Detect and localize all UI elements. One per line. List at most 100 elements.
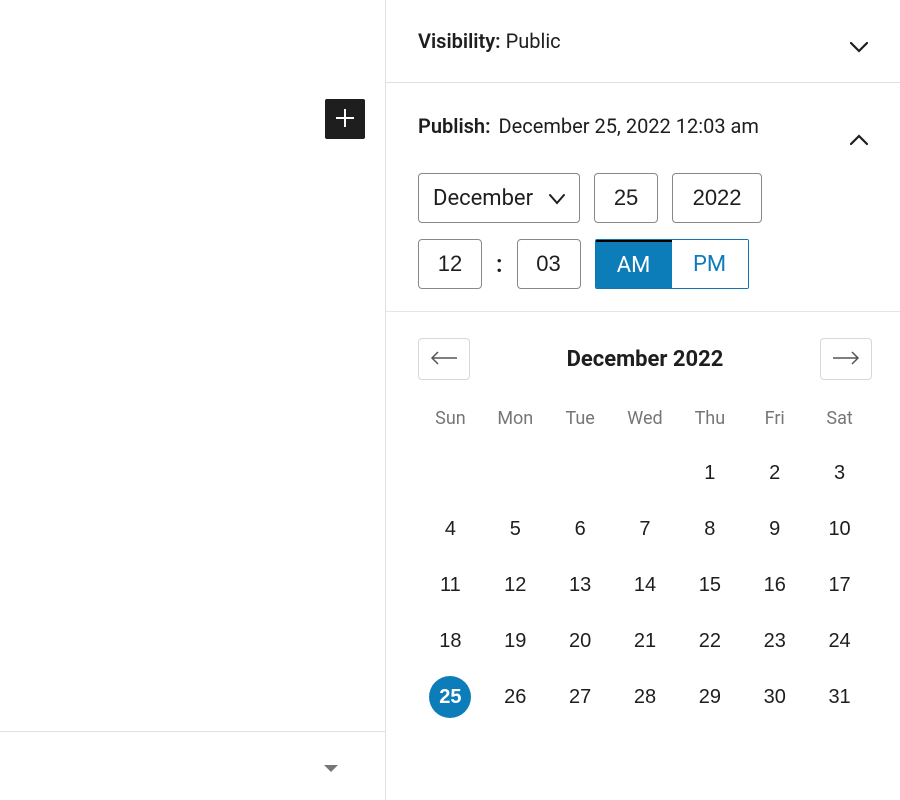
- calendar-day-button[interactable]: 9: [754, 508, 796, 550]
- day-input[interactable]: [594, 173, 658, 223]
- hour-input[interactable]: [418, 239, 482, 289]
- visibility-panel-row[interactable]: Visibility: Public: [386, 0, 900, 83]
- editor-divider: [0, 731, 385, 732]
- calendar-day-cell: 29: [677, 669, 742, 725]
- calendar-day-button[interactable]: 4: [429, 508, 471, 550]
- calendar-day-button[interactable]: 26: [494, 676, 536, 718]
- calendar-day-button[interactable]: 13: [559, 564, 601, 606]
- calendar-day-button[interactable]: 3: [819, 452, 861, 494]
- editor-canvas: [0, 0, 386, 800]
- arrow-right-icon: [832, 351, 860, 368]
- next-month-button[interactable]: [820, 338, 872, 380]
- calendar-day-button[interactable]: 27: [559, 676, 601, 718]
- calendar-day-button[interactable]: 30: [754, 676, 796, 718]
- calendar-day-button[interactable]: 8: [689, 508, 731, 550]
- calendar-day-button[interactable]: 18: [429, 620, 471, 662]
- calendar-day-button[interactable]: 1: [689, 452, 731, 494]
- calendar-title: December 2022: [567, 347, 724, 372]
- calendar-day-cell: 22: [677, 613, 742, 669]
- calendar-day-button[interactable]: 22: [689, 620, 731, 662]
- publish-text: Publish: December 25, 2022 12:03 am: [418, 113, 846, 140]
- calendar-day-button[interactable]: 29: [689, 676, 731, 718]
- calendar-day-cell: 7: [613, 501, 678, 557]
- calendar-day-button[interactable]: 6: [559, 508, 601, 550]
- calendar-day-button[interactable]: 20: [559, 620, 601, 662]
- calendar-grid: SunMonTueWedThuFriSat1234567891011121314…: [418, 398, 872, 725]
- calendar-day-cell: 4: [418, 501, 483, 557]
- calendar-day-cell: 11: [418, 557, 483, 613]
- calendar-day-button[interactable]: 24: [819, 620, 861, 662]
- arrow-left-icon: [430, 351, 458, 368]
- chevron-up-icon: [850, 134, 868, 146]
- datetime-inputs: December : AM PM: [386, 173, 900, 312]
- calendar-day-button[interactable]: 21: [624, 620, 666, 662]
- block-dropdown-toggle[interactable]: [323, 764, 339, 774]
- calendar-day-cell: 30: [742, 669, 807, 725]
- calendar-day-cell: 31: [807, 669, 872, 725]
- am-option[interactable]: AM: [596, 240, 672, 288]
- visibility-text: Visibility: Public: [418, 29, 561, 53]
- calendar-day-cell: 8: [677, 501, 742, 557]
- calendar-day-cell: 27: [548, 669, 613, 725]
- day-of-week-header: Tue: [548, 398, 613, 445]
- day-of-week-header: Sun: [418, 398, 483, 445]
- calendar-day-button[interactable]: 19: [494, 620, 536, 662]
- calendar-day-cell: 28: [613, 669, 678, 725]
- minute-input[interactable]: [517, 239, 581, 289]
- visibility-toggle[interactable]: [846, 30, 872, 62]
- calendar-day-cell: 1: [677, 445, 742, 501]
- day-of-week-header: Fri: [742, 398, 807, 445]
- publish-panel-row[interactable]: Publish: December 25, 2022 12:03 am: [386, 83, 900, 173]
- publish-value: December 25, 2022 12:03 am: [499, 113, 759, 140]
- calendar-day-button[interactable]: 23: [754, 620, 796, 662]
- visibility-value: Public: [506, 29, 561, 53]
- time-colon: :: [496, 250, 503, 278]
- calendar-day-button[interactable]: 14: [624, 564, 666, 606]
- calendar-day-cell: 24: [807, 613, 872, 669]
- calendar-day-cell: 19: [483, 613, 548, 669]
- calendar-day-cell: 5: [483, 501, 548, 557]
- calendar-day-button[interactable]: 25: [429, 676, 471, 718]
- day-of-week-header: Sat: [807, 398, 872, 445]
- calendar-day-button[interactable]: 7: [624, 508, 666, 550]
- calendar-day-button[interactable]: 10: [819, 508, 861, 550]
- settings-sidebar: Visibility: Public Publish: December 25,…: [386, 0, 900, 800]
- calendar-day-cell: 13: [548, 557, 613, 613]
- calendar-day-cell: 15: [677, 557, 742, 613]
- calendar-header: December 2022: [418, 338, 872, 380]
- calendar-day-cell: 25: [418, 669, 483, 725]
- calendar-day-cell: 26: [483, 669, 548, 725]
- calendar-day-button[interactable]: 12: [494, 564, 536, 606]
- calendar-day-button[interactable]: 16: [754, 564, 796, 606]
- prev-month-button[interactable]: [418, 338, 470, 380]
- year-input[interactable]: [672, 173, 762, 223]
- publish-toggle[interactable]: [846, 123, 872, 155]
- month-select-value: December: [433, 186, 533, 211]
- calendar-day-cell: 18: [418, 613, 483, 669]
- calendar-day-cell: 2: [742, 445, 807, 501]
- calendar-day-cell: 16: [742, 557, 807, 613]
- calendar-day-button[interactable]: 5: [494, 508, 536, 550]
- calendar-day-cell: 12: [483, 557, 548, 613]
- calendar-day-cell: 10: [807, 501, 872, 557]
- calendar-day-button[interactable]: 2: [754, 452, 796, 494]
- chevron-down-icon: [549, 186, 565, 211]
- calendar-day-cell: 21: [613, 613, 678, 669]
- calendar-day-cell: 3: [807, 445, 872, 501]
- month-select[interactable]: December: [418, 173, 580, 223]
- calendar-day-button[interactable]: 17: [819, 564, 861, 606]
- calendar-day-cell: 23: [742, 613, 807, 669]
- add-block-button[interactable]: [325, 99, 365, 139]
- calendar-day-button[interactable]: 28: [624, 676, 666, 718]
- chevron-down-icon: [850, 41, 868, 53]
- calendar-day-cell: 6: [548, 501, 613, 557]
- day-of-week-header: Thu: [677, 398, 742, 445]
- pm-option[interactable]: PM: [672, 240, 748, 288]
- calendar-day-button[interactable]: 31: [819, 676, 861, 718]
- calendar-day-button[interactable]: 11: [429, 564, 471, 606]
- calendar-day-cell: 20: [548, 613, 613, 669]
- calendar-day-button[interactable]: 15: [689, 564, 731, 606]
- calendar-day-cell: 14: [613, 557, 678, 613]
- visibility-label: Visibility:: [418, 29, 501, 53]
- day-of-week-header: Mon: [483, 398, 548, 445]
